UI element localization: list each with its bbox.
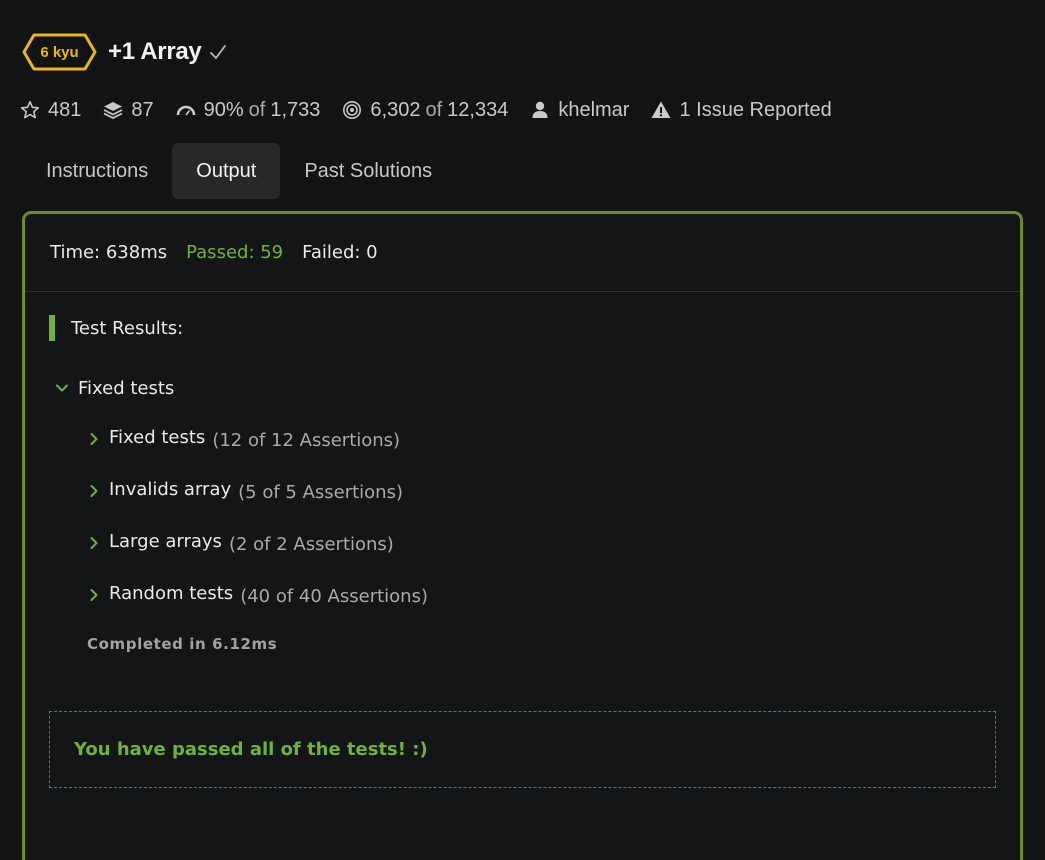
test-results-label: Test Results: bbox=[71, 317, 184, 339]
rank-badge[interactable]: 6 kyu bbox=[22, 33, 97, 71]
satisfaction-rate: 90% bbox=[203, 98, 244, 121]
assertion-count: (40 of 40 Assertions) bbox=[240, 586, 428, 607]
test-item-random-tests[interactable]: Random tests (40 of 40 Assertions) bbox=[87, 583, 428, 635]
tab-instructions[interactable]: Instructions bbox=[22, 143, 172, 199]
test-item-large-arrays[interactable]: Large arrays (2 of 2 Assertions) bbox=[87, 531, 428, 583]
run-time: Time: 638ms bbox=[50, 242, 168, 263]
issues-stat[interactable]: 1 Issue Reported bbox=[651, 98, 832, 122]
tab-past-solutions[interactable]: Past Solutions bbox=[280, 143, 456, 199]
test-name: Fixed tests bbox=[109, 427, 206, 448]
check-icon bbox=[210, 45, 227, 59]
chevron-right-icon bbox=[90, 433, 98, 445]
satisfaction-stat: 90% of 1,733 bbox=[176, 98, 321, 122]
test-name: Large arrays bbox=[109, 531, 222, 552]
collections-count: 87 bbox=[131, 98, 154, 121]
collections-stat[interactable]: 87 bbox=[103, 98, 154, 122]
assertion-count: (2 of 2 Assertions) bbox=[228, 534, 394, 555]
kata-stats: 481 87 90% of 1,733 6,302 of 12,334 khel… bbox=[20, 96, 854, 124]
kata-page: 6 kyu +1 Array 481 87 90% of 1,733 6,302… bbox=[0, 0, 1045, 860]
test-group-label: Fixed tests bbox=[78, 377, 175, 399]
completions-stat: 6,302 of 12,334 bbox=[342, 99, 508, 122]
satisfaction-votes: 1,733 bbox=[270, 98, 321, 121]
chevron-right-icon bbox=[90, 485, 98, 497]
completed-time: Completed in 6.12ms bbox=[87, 635, 278, 653]
results-accent-bar bbox=[49, 315, 55, 341]
passed-count: Passed: 59 bbox=[186, 242, 284, 263]
success-message-box: You have passed all of the tests! :) bbox=[49, 711, 996, 788]
target-icon bbox=[342, 100, 362, 120]
gauge-icon bbox=[176, 100, 196, 120]
author-stat[interactable]: khelmar bbox=[530, 99, 629, 122]
success-message: You have passed all of the tests! :) bbox=[74, 739, 428, 760]
completed-of: of bbox=[425, 98, 443, 121]
kata-title[interactable]: +1 Array bbox=[108, 38, 202, 66]
issues-label: 1 Issue Reported bbox=[679, 98, 832, 121]
stars-count: 481 bbox=[48, 98, 82, 121]
chevron-down-icon bbox=[56, 384, 68, 392]
test-item-invalids-array[interactable]: Invalids array (5 of 5 Assertions) bbox=[87, 479, 428, 531]
assertion-count: (5 of 5 Assertions) bbox=[238, 482, 403, 503]
attempts-count: 12,334 bbox=[447, 98, 509, 121]
run-summary: Time: 638ms Passed: 59 Failed: 0 bbox=[25, 214, 1020, 292]
satisfaction-of: of bbox=[248, 98, 266, 121]
test-group-toggle[interactable]: Fixed tests bbox=[55, 376, 174, 400]
user-icon bbox=[530, 100, 550, 120]
assertion-count: (12 of 12 Assertions) bbox=[212, 430, 401, 451]
warning-icon bbox=[651, 100, 671, 120]
chevron-right-icon bbox=[90, 589, 98, 601]
kata-header: 6 kyu +1 Array bbox=[22, 32, 227, 72]
star-icon bbox=[20, 100, 40, 120]
test-name: Invalids array bbox=[109, 479, 232, 500]
tab-output[interactable]: Output bbox=[172, 143, 281, 199]
failed-count: Failed: 0 bbox=[302, 242, 378, 263]
test-results-heading: Test Results: bbox=[49, 314, 183, 342]
author-name: khelmar bbox=[558, 98, 630, 121]
kata-tabs: Instructions Output Past Solutions bbox=[22, 143, 456, 199]
test-list: Fixed tests (12 of 12 Assertions) Invali… bbox=[87, 427, 428, 635]
output-panel: Time: 638ms Passed: 59 Failed: 0 Test Re… bbox=[22, 211, 1023, 860]
completed-count: 6,302 bbox=[370, 98, 421, 121]
test-name: Random tests bbox=[109, 583, 234, 604]
stars-stat[interactable]: 481 bbox=[20, 99, 81, 122]
rank-label: 6 kyu bbox=[40, 43, 79, 61]
layers-icon bbox=[103, 100, 123, 120]
test-item-fixed-tests[interactable]: Fixed tests (12 of 12 Assertions) bbox=[87, 427, 428, 479]
chevron-right-icon bbox=[90, 537, 98, 549]
